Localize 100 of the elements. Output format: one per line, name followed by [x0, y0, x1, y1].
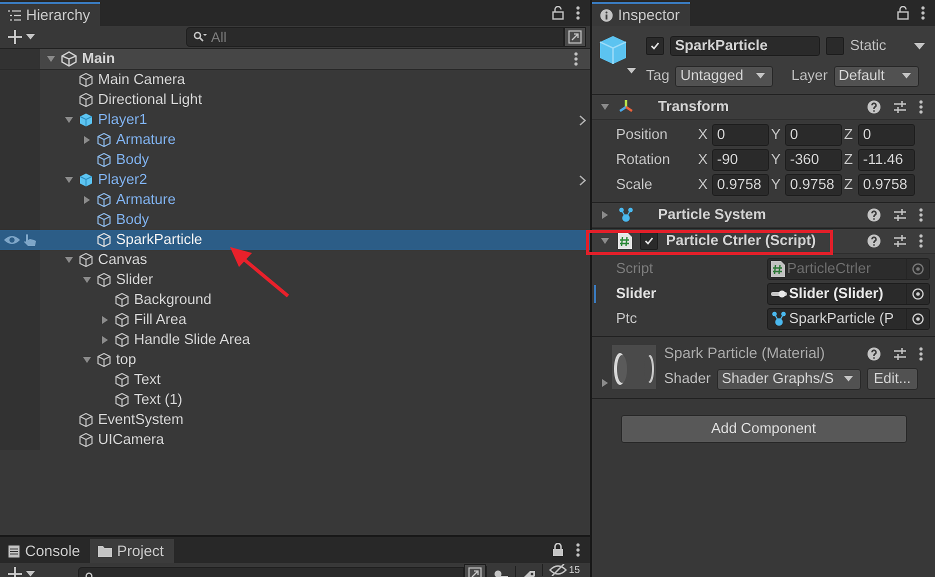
collapse-arrow-icon[interactable] [600, 210, 610, 220]
component-header[interactable]: Particle System [592, 203, 935, 228]
collapse-arrow-icon[interactable] [82, 135, 92, 145]
more-icon[interactable] [576, 6, 580, 20]
inspector-tab[interactable]: Inspector [592, 2, 690, 26]
axis-label[interactable]: Z [844, 127, 855, 143]
edit-button[interactable]: Edit... [866, 368, 918, 390]
chevron-right-icon[interactable] [579, 114, 586, 126]
layer-dropdown[interactable]: Default [834, 66, 919, 86]
name-field[interactable]: SparkParticle [670, 36, 820, 56]
expand-arrow-icon[interactable] [64, 115, 74, 125]
target-icon[interactable] [912, 288, 924, 300]
add-component-button[interactable]: Add Component [620, 415, 906, 443]
collapse-arrow-icon[interactable] [82, 195, 92, 205]
number-field[interactable]: -360 [785, 149, 842, 171]
number-field[interactable]: 0 [858, 124, 915, 146]
hierarchy-item[interactable]: Handle Slide Area [0, 330, 590, 350]
more-icon[interactable] [919, 208, 923, 222]
more-icon[interactable] [919, 100, 923, 114]
layer-label: Layer [791, 68, 828, 84]
object-field[interactable]: SparkParticle (P [767, 308, 930, 330]
hierarchy-item[interactable]: Body [0, 210, 590, 230]
hierarchy-item[interactable]: Main Camera [0, 70, 590, 90]
expand-arrow-icon[interactable] [82, 275, 92, 285]
number-field[interactable]: 0 [785, 124, 842, 146]
hierarchy-tab[interactable]: Hierarchy [0, 2, 100, 26]
hierarchy-item[interactable]: Text (1) [0, 390, 590, 410]
expand-arrow-icon[interactable] [600, 102, 610, 112]
hierarchy-item[interactable]: Fill Area [0, 310, 590, 330]
sliders-icon[interactable] [893, 208, 907, 222]
object-field[interactable]: Slider (Slider) [767, 283, 930, 305]
number-field[interactable]: 0.9758 [785, 174, 842, 196]
more-icon[interactable] [919, 234, 923, 248]
expand-arrow-icon[interactable] [64, 175, 74, 185]
expand-arrow-icon[interactable] [82, 355, 92, 365]
hierarchy-item[interactable]: UICamera [0, 430, 590, 450]
more-icon[interactable] [576, 543, 580, 557]
help-icon[interactable] [867, 234, 881, 248]
chevron-right-icon[interactable] [579, 174, 586, 186]
axis-label[interactable]: X [698, 177, 709, 193]
help-icon[interactable] [867, 346, 881, 360]
hierarchy-item[interactable]: Directional Light [0, 90, 590, 110]
expand-arrow-icon[interactable] [46, 54, 56, 64]
hierarchy-item[interactable]: top [0, 350, 590, 370]
dropdown-arrow-icon[interactable] [914, 42, 925, 50]
number-field[interactable]: -11.46 [858, 149, 915, 171]
search-input[interactable]: All [211, 29, 411, 45]
help-icon[interactable] [867, 208, 881, 222]
hierarchy-item[interactable]: Text [0, 370, 590, 390]
axis-label[interactable]: X [698, 152, 709, 168]
component-header[interactable]: Transform [592, 95, 935, 120]
hierarchy-item[interactable]: Body [0, 150, 590, 170]
expand-button[interactable] [564, 27, 586, 47]
scene-row[interactable]: Main [0, 49, 590, 70]
active-checkbox[interactable] [646, 37, 664, 55]
search-field[interactable]: All [186, 27, 564, 47]
target-icon[interactable] [912, 313, 924, 325]
more-icon[interactable] [919, 346, 923, 360]
hierarchy-item[interactable]: Player1 [0, 110, 590, 130]
sliders-icon[interactable] [893, 100, 907, 114]
hierarchy-item[interactable]: Player2 [0, 170, 590, 190]
tag-dropdown[interactable]: Untagged [675, 66, 774, 86]
hierarchy-item[interactable]: Armature [0, 190, 590, 210]
panel-tab[interactable]: Console [0, 539, 90, 563]
number-field[interactable]: 0.9758 [712, 174, 769, 196]
expand-arrow-icon[interactable] [600, 236, 610, 246]
enabled-checkbox[interactable] [640, 232, 658, 250]
collapse-arrow-icon[interactable] [600, 378, 610, 388]
hierarchy-item[interactable]: Slider [0, 270, 590, 290]
number-field[interactable]: 0 [712, 124, 769, 146]
axis-label[interactable]: X [698, 127, 709, 143]
hierarchy-item[interactable]: Background [0, 290, 590, 310]
cube-icon [78, 92, 94, 108]
hierarchy-item[interactable]: EventSystem [0, 410, 590, 430]
panel-tab[interactable]: Project [90, 539, 174, 563]
lock-icon[interactable] [897, 6, 909, 20]
collapse-arrow-icon[interactable] [100, 335, 110, 345]
more-icon[interactable] [574, 52, 578, 66]
axis-label[interactable]: Y [771, 177, 782, 193]
shader-dropdown[interactable]: Shader Graphs/S [716, 368, 861, 390]
hierarchy-item[interactable]: SparkParticle [0, 230, 590, 250]
number-field[interactable]: -90 [712, 149, 769, 171]
object-icon-picker[interactable] [598, 34, 636, 74]
axis-label[interactable]: Y [771, 152, 782, 168]
hidden-packages-button[interactable]: 15 [542, 564, 586, 576]
axis-label[interactable]: Z [844, 177, 855, 193]
axis-label[interactable]: Y [771, 127, 782, 143]
expand-arrow-icon[interactable] [64, 255, 74, 265]
lock-icon[interactable] [552, 6, 564, 20]
sliders-icon[interactable] [893, 346, 907, 360]
sliders-icon[interactable] [893, 234, 907, 248]
collapse-arrow-icon[interactable] [100, 315, 110, 325]
hierarchy-item[interactable]: Armature [0, 130, 590, 150]
help-icon[interactable] [867, 100, 881, 114]
hierarchy-item[interactable]: Canvas [0, 250, 590, 270]
static-checkbox[interactable] [826, 37, 844, 55]
number-field[interactable]: 0.9758 [858, 174, 915, 196]
lock-icon[interactable] [552, 543, 564, 557]
more-icon[interactable] [921, 6, 925, 20]
axis-label[interactable]: Z [844, 152, 855, 168]
